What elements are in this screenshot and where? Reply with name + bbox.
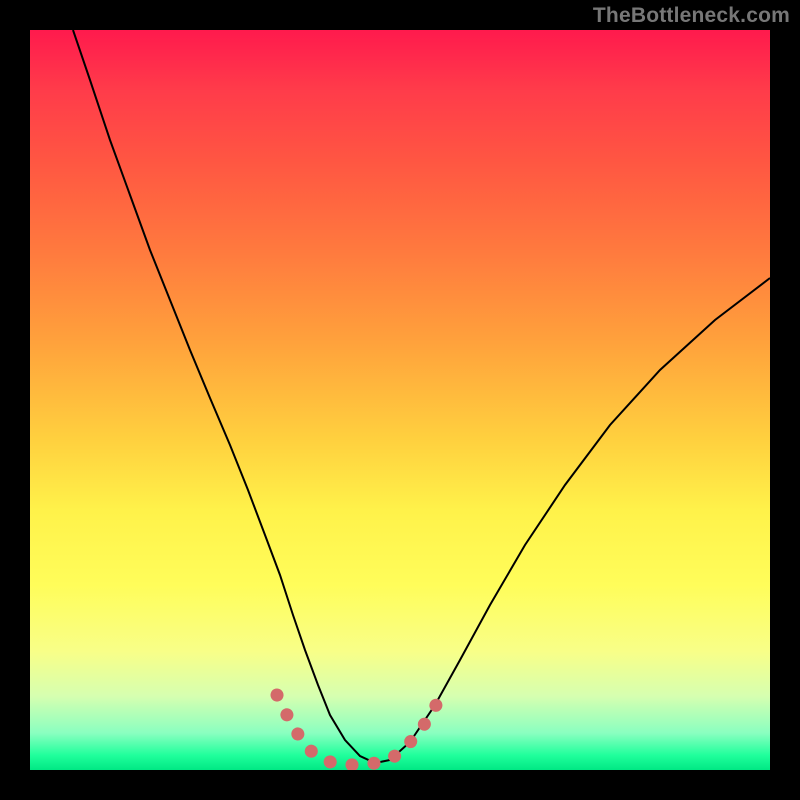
chart-svg [30, 30, 770, 770]
watermark-text: TheBottleneck.com [593, 4, 790, 28]
minimum-highlight [277, 688, 446, 765]
bottleneck-curve [73, 30, 770, 763]
